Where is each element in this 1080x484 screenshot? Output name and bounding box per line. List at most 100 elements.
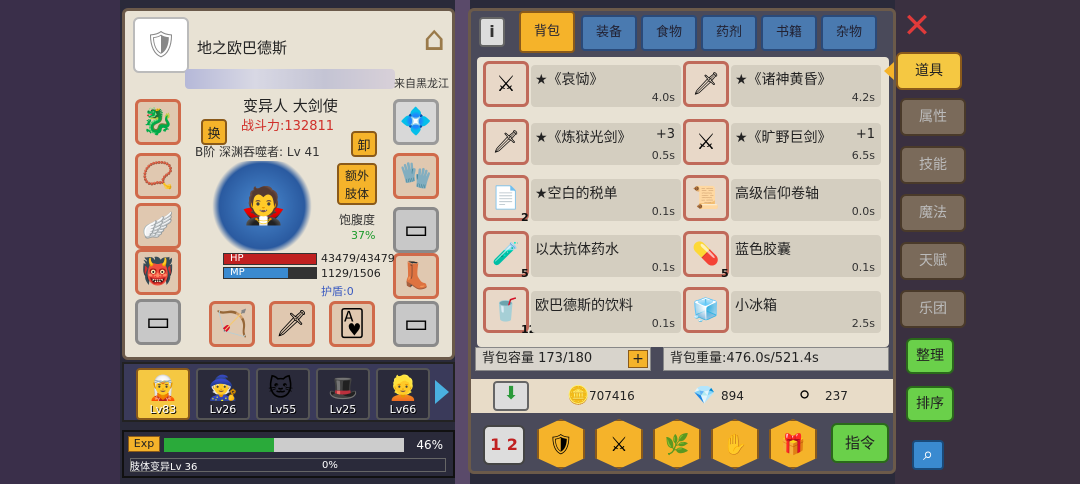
hand-action-button[interactable]: ✋ (711, 419, 759, 469)
info-button[interactable]: i (479, 17, 505, 47)
side-tab-band[interactable]: 乐团 (900, 290, 966, 328)
tab-potion[interactable]: 药剂 (701, 15, 757, 51)
inventory-item[interactable]: ⚔ ★《旷野巨剑》 +1 6.5s (683, 119, 883, 169)
hand-icon: ✋ (722, 432, 748, 456)
equip-slot-boots[interactable]: 👢 (393, 253, 439, 299)
diamond-icon: 💎 (693, 385, 716, 406)
side-tab-attributes[interactable]: 属性 (900, 98, 966, 136)
amulet-icon: 📿 (141, 161, 175, 191)
combat-power: 战斗力:132811 (241, 119, 335, 134)
organize-button[interactable]: 整理 (906, 338, 954, 374)
side-tab-skills[interactable]: 技能 (900, 146, 966, 184)
party-member[interactable]: 🧙 Lv26 (196, 368, 250, 420)
item-name-box: ★《哀恸》 4.0s (531, 65, 681, 107)
close-icon[interactable]: ✕ (900, 9, 934, 44)
item-name: 小冰箱 (735, 298, 777, 314)
empty-slot-icon: ▭ (403, 215, 429, 245)
leaf-action-button[interactable]: 🌿 (653, 419, 701, 469)
side-tab-talent[interactable]: 天赋 (900, 242, 966, 280)
side-tab-items[interactable]: 道具 (896, 52, 962, 90)
equip-slot-armor[interactable]: 👹 (135, 249, 181, 295)
extra-limb-button[interactable]: 额外 肢体 (337, 163, 377, 205)
tab-equipment[interactable]: 装备 (581, 15, 637, 51)
hanger-icon[interactable]: ⌂ (423, 19, 445, 59)
party-next-arrow-icon[interactable] (435, 380, 449, 404)
expand-capacity-button[interactable]: + (628, 350, 648, 368)
party-member[interactable]: 🎩 Lv25 (316, 368, 370, 420)
equip-slot-gem[interactable]: 💠 (393, 99, 439, 145)
item-name-box: 小冰箱 2.5s (731, 291, 881, 333)
tab-misc[interactable]: 杂物 (821, 15, 877, 51)
download-icon[interactable]: ⬇ (493, 381, 529, 411)
equip-slot-necklace[interactable]: 📿 (135, 153, 181, 199)
character-sprite[interactable]: 🧛 (207, 161, 317, 251)
inventory-item[interactable]: 🗡 ★《炼狱光剑》 +3 0.5s (483, 119, 683, 169)
search-icon[interactable]: ⌕ (912, 440, 944, 470)
item-icon: ⚔ (483, 61, 529, 107)
swap-button[interactable]: 换 (201, 119, 227, 145)
unequip-button[interactable]: 卸 (351, 131, 377, 157)
shield-action-button[interactable]: 🛡 (537, 419, 585, 469)
inventory-item[interactable]: 🧪 5 以太抗体药水 0.1s (483, 231, 683, 281)
extra-limb-label-1: 额外 (344, 169, 369, 183)
equip-slot-wing[interactable]: 🪽 (135, 203, 181, 249)
party-member[interactable]: 👱 Lv66 (376, 368, 430, 420)
armor-icon: 👹 (141, 257, 175, 287)
empty-slot-icon: ▭ (403, 309, 429, 339)
item-name: ★空白的税单 (535, 186, 618, 202)
equip-slot-weapon-1[interactable]: 🏹 (209, 301, 255, 347)
item-name: 欧巴德斯的饮料 (535, 298, 633, 314)
inventory-item[interactable]: 🧊 小冰箱 2.5s (683, 287, 883, 337)
inventory-item[interactable]: 📄 2 ★空白的税单 0.1s (483, 175, 683, 225)
blurred-title (185, 69, 395, 89)
side-tab-magic[interactable]: 魔法 (900, 194, 966, 232)
equip-slot-head[interactable]: 🐉 (135, 99, 181, 145)
item-plus: +3 (655, 127, 675, 142)
inventory-item[interactable]: 🥤 12 欧巴德斯的饮料 0.1s (483, 287, 683, 337)
item-name-box: ★空白的税单 0.1s (531, 179, 681, 221)
background-left (0, 0, 120, 484)
item-weight: 0.1s (651, 205, 675, 218)
character-header: 🛡 地之欧巴德斯 ⌂ 来自黑龙江 (133, 17, 451, 90)
equip-slot-empty-2[interactable]: ▭ (393, 207, 439, 253)
tab-food[interactable]: 食物 (641, 15, 697, 51)
sort-order-button[interactable]: 1 2 (483, 425, 525, 465)
tab-backpack[interactable]: 背包 (519, 11, 575, 53)
sword-icon: 🗡 (275, 309, 309, 339)
silver-coin-icon: ⚪ (797, 385, 813, 406)
inventory-item[interactable]: 🗡 ★《诸神黄昏》 4.2s (683, 61, 883, 111)
bag-capacity: 背包容量 173/180 + (475, 347, 651, 371)
crossbow-icon: 🏹 (215, 309, 249, 339)
tab-books[interactable]: 书籍 (761, 15, 817, 51)
satiety-label: 饱腹度 (339, 213, 376, 227)
equip-slot-empty-1[interactable]: ▭ (135, 299, 181, 345)
dragon-helmet-icon: 🐉 (141, 107, 175, 137)
equip-slot-card[interactable]: 🂱 (329, 301, 375, 347)
weapon-action-button[interactable]: ⚔ (595, 419, 643, 469)
gift-action-button[interactable]: 🎁 (769, 419, 817, 469)
guild-emblem-icon[interactable]: 🛡 (133, 17, 189, 73)
item-name-box: 欧巴德斯的饮料 0.1s (531, 291, 681, 333)
exp-percent: 46% (416, 438, 443, 452)
party-member[interactable]: 🐱 Lv55 (256, 368, 310, 420)
equip-slot-gauntlet[interactable]: 🧤 (393, 153, 439, 199)
wing-icon: 🪽 (141, 211, 175, 241)
gift-icon: 🎁 (780, 432, 806, 456)
shield-value: 护盾:0 (321, 285, 354, 298)
equip-slot-empty-3[interactable]: ▭ (393, 301, 439, 347)
inventory-item[interactable]: 📜 高级信仰卷轴 0.0s (683, 175, 883, 225)
inventory-item[interactable]: ⚔ ★《哀恸》 4.0s (483, 61, 683, 111)
exp-bar (164, 438, 404, 452)
sort-button[interactable]: 排序 (906, 386, 954, 422)
inventory-item[interactable]: 💊 5 蓝色胶囊 0.1s (683, 231, 883, 281)
item-count: 5 (721, 267, 729, 280)
equip-slot-weapon-2[interactable]: 🗡 (269, 301, 315, 347)
party-level: Lv66 (389, 403, 417, 416)
item-name: ★《旷野巨剑》 (735, 130, 832, 146)
party-member[interactable]: 🧝 Lv83 (136, 368, 190, 420)
party-level: Lv25 (329, 403, 357, 416)
item-icon: 📜 (683, 175, 729, 221)
bag-weight: 背包重量:476.0s/521.4s (663, 347, 889, 371)
currency-bar: ⬇ 🪙 707416 💎 894 ⚪ 237 (471, 379, 893, 413)
command-button[interactable]: 指令 (831, 423, 889, 463)
